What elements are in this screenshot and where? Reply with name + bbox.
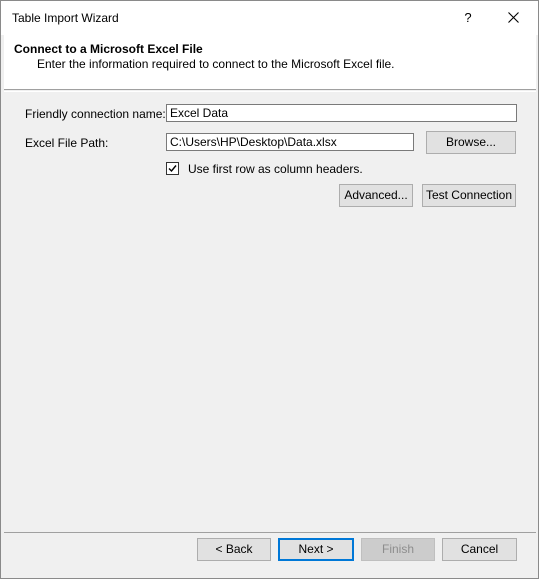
help-icon: ? bbox=[464, 10, 472, 25]
first-row-headers-checkbox[interactable] bbox=[166, 162, 179, 175]
table-import-wizard-dialog: Table Import Wizard ? Connect to a Micro… bbox=[0, 0, 539, 579]
finish-button: Finish bbox=[361, 538, 435, 561]
wizard-header: Connect to a Microsoft Excel File Enter … bbox=[4, 35, 536, 90]
file-path-input[interactable]: C:\Users\HP\Desktop\Data.xlsx bbox=[166, 133, 414, 151]
friendly-name-input[interactable]: Excel Data bbox=[166, 104, 517, 122]
first-row-headers-label: Use first row as column headers. bbox=[188, 162, 363, 176]
help-button[interactable]: ? bbox=[446, 1, 490, 35]
file-path-label: Excel File Path: bbox=[25, 136, 109, 150]
browse-button[interactable]: Browse... bbox=[426, 131, 516, 154]
back-button[interactable]: < Back bbox=[197, 538, 271, 561]
next-button[interactable]: Next > bbox=[278, 538, 354, 561]
advanced-button[interactable]: Advanced... bbox=[339, 184, 413, 207]
title-bar: Table Import Wizard ? bbox=[1, 1, 538, 35]
close-button[interactable] bbox=[492, 1, 536, 35]
cancel-button[interactable]: Cancel bbox=[442, 538, 517, 561]
wizard-footer: < Back Next > Finish Cancel bbox=[4, 532, 536, 577]
page-title: Connect to a Microsoft Excel File bbox=[14, 42, 203, 56]
wizard-content: Friendly connection name: Excel Data Exc… bbox=[4, 91, 536, 533]
test-connection-button[interactable]: Test Connection bbox=[422, 184, 516, 207]
checkmark-icon bbox=[168, 165, 177, 173]
window-title: Table Import Wizard bbox=[12, 11, 119, 25]
friendly-name-label: Friendly connection name: bbox=[25, 107, 166, 121]
close-icon bbox=[508, 12, 519, 23]
page-subtitle: Enter the information required to connec… bbox=[37, 57, 395, 71]
